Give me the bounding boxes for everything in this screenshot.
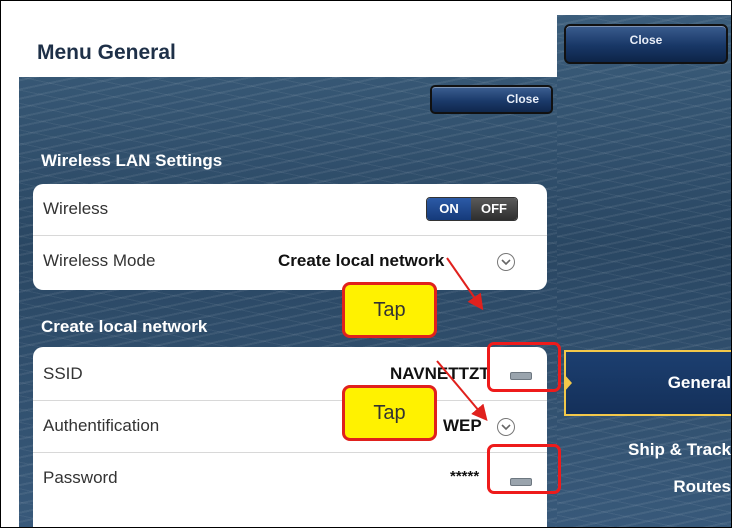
tap-callout: Tap <box>342 282 437 338</box>
arrow-to-ssid <box>446 257 484 311</box>
screen: Close General Ship & Track Routes Menu G… <box>0 0 732 528</box>
tap-callout: Tap <box>342 385 437 441</box>
arrow-to-authentification <box>436 360 488 422</box>
annotation-arrows <box>436 257 488 422</box>
